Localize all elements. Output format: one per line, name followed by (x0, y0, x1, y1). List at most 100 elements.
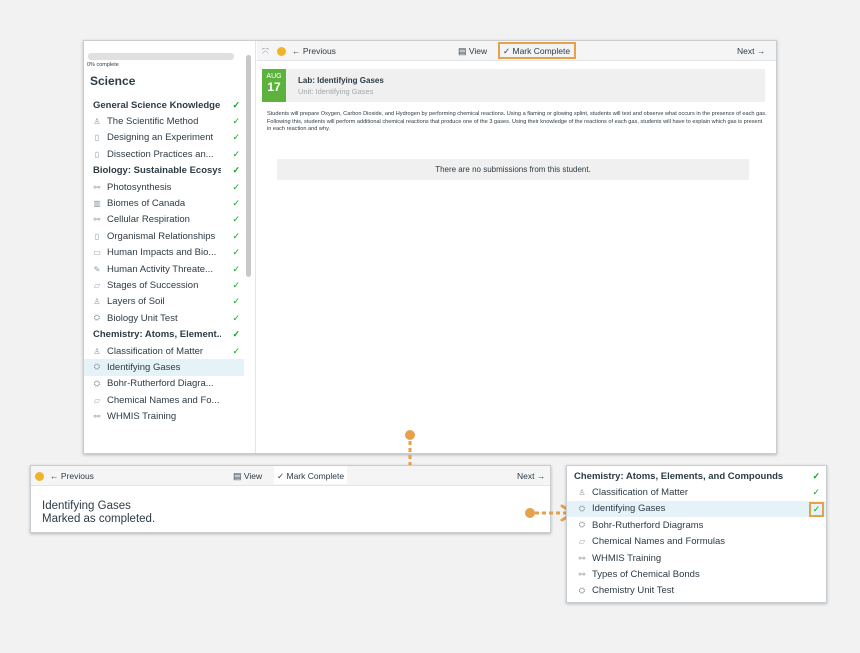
module-heading[interactable]: Biology: Sustainable Ecosys... ✓ (84, 163, 244, 179)
chat-icon: ▱ (93, 280, 101, 290)
module-item-label: Types of Chemical Bonds (592, 569, 700, 581)
completion-panel: ← Previous ▤ View ✓ Mark Complete Next →… (30, 465, 551, 533)
module-sidebar: 0% complete Science General Science Know… (84, 41, 256, 453)
due-day: 17 (267, 80, 281, 94)
view-label: View (243, 471, 263, 481)
check-icon: ✓ (232, 263, 240, 274)
check-icon: ✓ (232, 132, 240, 143)
link-icon: ⚯ (578, 570, 586, 580)
completion-message: Identifying Gases Marked as completed. (42, 500, 155, 526)
module-item-label: Dissection Practices an... (107, 148, 214, 160)
module-item-label: Classification of Matter (592, 487, 689, 499)
check-icon: ✓ (232, 116, 240, 127)
sidebar-scrollbar[interactable] (246, 55, 251, 277)
module-heading[interactable]: General Science Knowledge ✓ (84, 97, 244, 113)
module-item[interactable]: ⛭ Bohr-Rutherford Diagrams (567, 517, 826, 533)
module-item[interactable]: ▯ Dissection Practices an... ✓ (84, 146, 244, 162)
module-item-label: Designing an Experiment (107, 132, 214, 144)
module-item[interactable]: ♙ Classification of Matter ✓ (84, 343, 244, 359)
module-heading[interactable]: Chemistry: Atoms, Element... ✓ (84, 326, 244, 342)
users-icon: ♙ (93, 117, 101, 127)
module-item[interactable]: ♙ The Scientific Method ✓ (84, 113, 244, 129)
check-icon: ✓ (232, 296, 240, 307)
module-item[interactable]: ⛭ Identifying Gases (84, 359, 244, 376)
module-item-label: Biology Unit Test (107, 312, 178, 324)
module-item-label: Biomes of Canada (107, 198, 186, 210)
view-button[interactable]: ▤ View (458, 46, 487, 57)
module-item[interactable]: ⚯ WHMIS Training (567, 550, 826, 566)
page-icon: ▯ (94, 231, 100, 241)
module-item[interactable]: ⛭ Biology Unit Test ✓ (84, 310, 244, 326)
module-item[interactable]: ⛭ Bohr-Rutherford Diagra... (84, 376, 244, 392)
image-icon: ▭ (93, 248, 101, 258)
check-icon: ✓ (232, 214, 240, 225)
module-item[interactable]: ♙ Layers of Soil ✓ (84, 294, 244, 310)
assignment-title[interactable]: Lab: Identifying Gases (298, 76, 384, 85)
module-item[interactable]: ⚯ Photosynthesis ✓ (84, 179, 244, 195)
check-icon: ✓ (232, 198, 240, 209)
module-item[interactable]: ▱ Stages of Succession ✓ (84, 277, 244, 293)
check-icon: ✓ (232, 247, 240, 258)
module-list: General Science Knowledge ✓ ♙ The Scientifi… (84, 97, 244, 425)
assignment-banner: AUG 17 Lab: Identifying Gases Unit: Iden… (262, 69, 765, 102)
completion-toolbar: ← Previous ▤ View ✓ Mark Complete Next → (31, 466, 550, 486)
module-item[interactable]: ▱ Chemical Names and Fo... (84, 392, 244, 408)
users-icon: ♙ (93, 297, 101, 307)
check-icon: ✓ (809, 501, 824, 517)
link-icon: ⚯ (93, 182, 101, 192)
expand-icon[interactable]: ⤧ (262, 46, 269, 57)
module-item[interactable]: ⚯ Types of Chemical Bonds (567, 566, 826, 582)
module-item[interactable]: ▯ Organismal Relationships ✓ (84, 228, 244, 244)
progress-bar (88, 53, 234, 60)
module-item[interactable]: ⚯ WHMIS Training (84, 408, 244, 424)
mark-complete-button[interactable]: ✓ Mark Complete (503, 46, 570, 57)
module-item[interactable]: ▯ Designing an Experiment ✓ (84, 130, 244, 146)
check-icon: ✓ (812, 470, 820, 481)
completion-status: Marked as completed. (42, 513, 156, 525)
previous-button[interactable]: ← Previous (50, 471, 94, 481)
view-button[interactable]: ▤ View (233, 471, 262, 482)
module-item[interactable]: ⚯ Cellular Respiration ✓ (84, 212, 244, 228)
smiley-icon[interactable] (35, 471, 44, 482)
cap-icon: ⛭ (578, 585, 586, 595)
check-icon: ✓ (232, 345, 240, 356)
module-item[interactable]: ♙ Classification of Matter ✓ (567, 484, 826, 500)
no-submissions-notice: There are no submissions from this stude… (277, 159, 749, 180)
check-icon: ✓ (232, 148, 240, 159)
module-item-label: Stages of Succession (107, 279, 199, 291)
module-item-label: Layers of Soil (107, 296, 165, 308)
module-item-label: General Science Knowledge (93, 99, 221, 111)
cap-icon: ⛭ (93, 313, 101, 323)
check-icon: ✓ (232, 279, 240, 290)
page-icon: ▯ (94, 133, 100, 143)
module-item-label: Bohr-Rutherford Diagrams (592, 519, 704, 531)
module-item[interactable]: ✎ Human Activity Threate... ✓ (84, 261, 244, 277)
module-item-label: WHMIS Training (107, 411, 177, 423)
assignment-unit: Unit: Identifying Gases (298, 87, 374, 96)
module-item[interactable]: ⛭ Identifying Gases ✓ (567, 500, 826, 518)
module-item[interactable]: ⛭ Chemistry Unit Test (567, 583, 826, 599)
module-item[interactable]: ▱ Chemical Names and Formulas (567, 534, 826, 550)
assignment-description: Students will prepare Oxygen, Carbon Dio… (267, 111, 767, 133)
next-button[interactable]: Next → (737, 46, 765, 56)
next-button[interactable]: Next → (517, 471, 545, 481)
users-icon: ♙ (93, 346, 101, 356)
module-detail-panel: Chemistry: Atoms, Elements, and Compound… (566, 465, 827, 603)
module-item-label: Photosynthesis (107, 181, 172, 193)
module-item-label: The Scientific Method (107, 116, 199, 128)
module-list: Chemistry: Atoms, Elements, and Compound… (567, 468, 826, 599)
mark-complete-button[interactable]: ✓ Mark Complete (274, 466, 348, 484)
previous-button[interactable]: ← Previous (292, 46, 336, 56)
chat-icon: ▱ (578, 537, 586, 547)
view-icon: ▤ (233, 471, 242, 481)
cap-icon: ⛭ (578, 503, 586, 513)
module-item[interactable]: ▥ Biomes of Canada ✓ (84, 195, 244, 211)
module-item-label: Identifying Gases (592, 503, 666, 515)
check-icon: ✓ (232, 99, 240, 110)
module-heading[interactable]: Chemistry: Atoms, Elements, and Compound… (567, 468, 826, 484)
module-item-label: Biology: Sustainable Ecosys... (93, 165, 221, 177)
link-icon: ⚯ (578, 553, 586, 563)
smiley-icon[interactable] (277, 46, 286, 57)
progress-label: 0% complete (87, 62, 119, 68)
module-item[interactable]: ▭ Human Impacts and Bio... ✓ (84, 245, 244, 261)
